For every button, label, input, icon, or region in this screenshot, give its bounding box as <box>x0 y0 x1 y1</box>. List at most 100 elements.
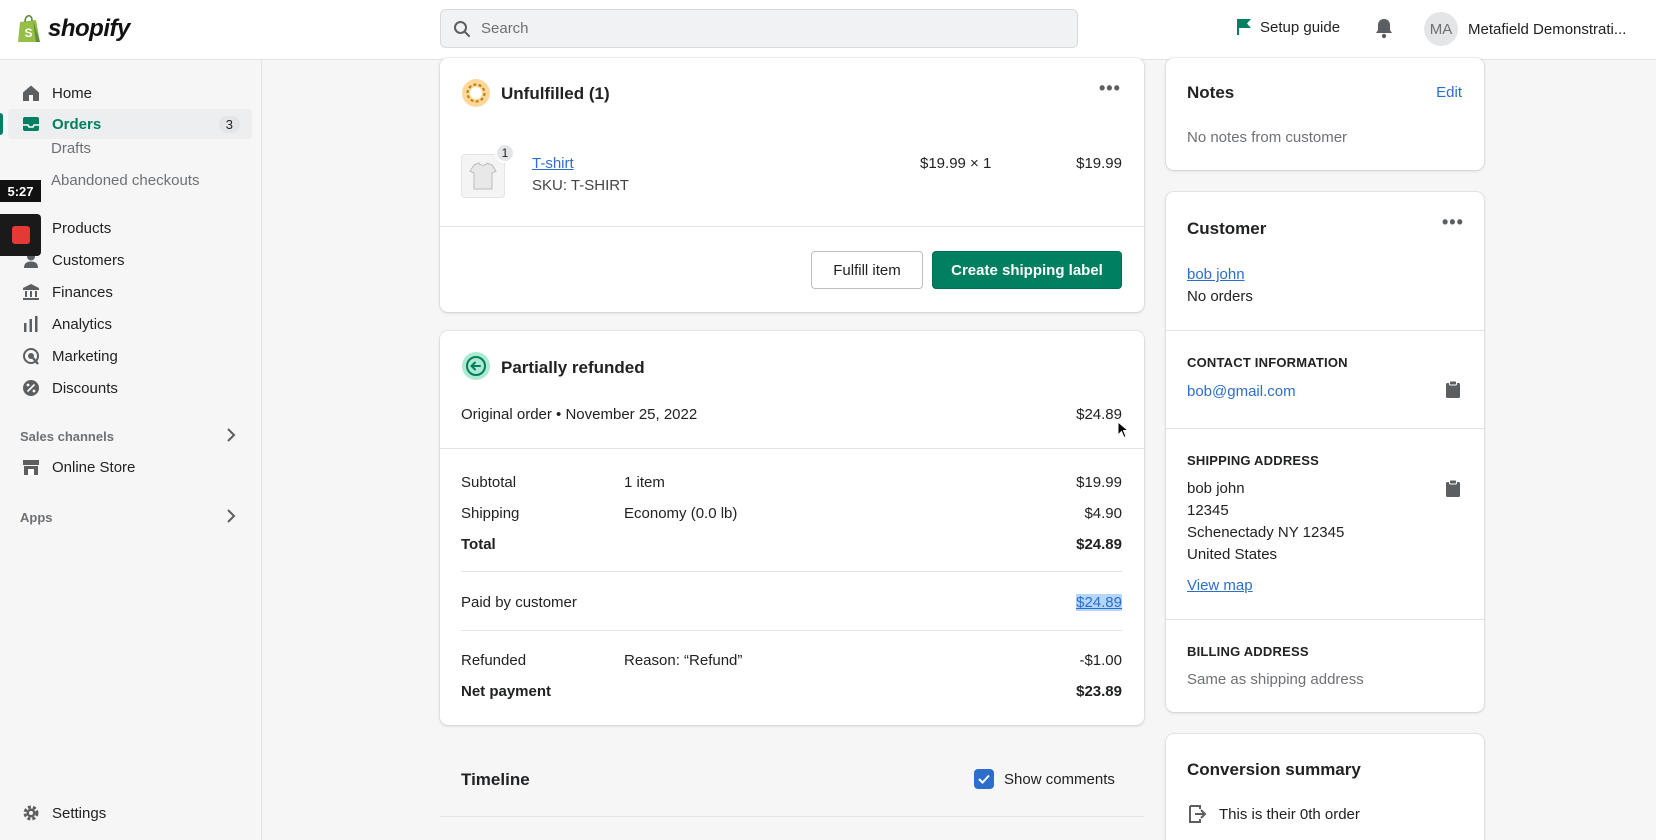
store-name: Metafield Demonstrati... <box>1468 20 1627 38</box>
clipboard-icon[interactable] <box>1445 479 1461 498</box>
shopify-logo[interactable]: S shopify <box>16 14 130 44</box>
refund-reason: Reason: “Refund” <box>624 652 743 669</box>
divider <box>440 448 1144 449</box>
shipping-detail: Economy (0.0 lb) <box>624 505 738 522</box>
mouse-cursor-icon <box>1117 421 1129 439</box>
paid-by-customer-label: Paid by customer <box>461 594 577 611</box>
sidebar-item-label: Orders <box>52 115 102 133</box>
view-map-link[interactable]: View map <box>1187 577 1253 594</box>
sidebar-item-home[interactable]: Home <box>8 78 252 108</box>
sidebar-item-discounts[interactable]: Discounts <box>8 373 252 403</box>
shopify-bag-icon: S <box>18 14 40 42</box>
tshirt-icon <box>469 162 497 190</box>
orders-icon <box>22 115 40 133</box>
customer-email-link[interactable]: bob@gmail.com <box>1187 383 1296 400</box>
address-line: 12345 <box>1187 502 1229 519</box>
apps-label: Apps <box>20 510 53 525</box>
unfulfilled-status-icon <box>462 79 490 107</box>
sidebar-item-online-store[interactable]: Online Store <box>8 452 252 482</box>
customer-name-link[interactable]: bob john <box>1187 266 1245 283</box>
sidebar-item-orders[interactable]: Orders 3 <box>0 109 252 139</box>
total-label: Total <box>461 536 496 553</box>
unfulfilled-title: Unfulfilled (1) <box>501 84 610 103</box>
sidebar-item-abandoned-checkouts[interactable]: Abandoned checkouts <box>51 172 199 189</box>
fulfill-item-button[interactable]: Fulfill item <box>811 251 923 289</box>
sidebar: Home Orders 3 Drafts Abandoned checkouts… <box>0 60 262 840</box>
sidebar-item-label: Finances <box>52 283 113 301</box>
orders-count-badge: 3 <box>218 115 240 133</box>
product-line-total: $19.99 <box>1076 155 1122 172</box>
original-order-amount: $24.89 <box>1076 406 1122 423</box>
divider <box>461 630 1122 631</box>
notes-card: Notes Edit No notes from customer <box>1166 58 1484 170</box>
account-menu[interactable]: MA Metafield Demonstrati... <box>1424 12 1626 46</box>
apps-chevron-icon[interactable] <box>226 509 236 527</box>
recording-timer: 5:27 <box>0 180 41 202</box>
conversion-summary-card: Conversion summary This is their 0th ord… <box>1166 734 1484 840</box>
divider <box>1166 428 1484 429</box>
billing-address-value: Same as shipping address <box>1187 671 1364 688</box>
customer-title: Customer <box>1187 219 1267 238</box>
more-actions-icon[interactable]: ••• <box>1442 212 1464 233</box>
notifications-button[interactable] <box>1374 17 1394 43</box>
flag-icon <box>1237 19 1251 35</box>
quantity-badge: 1 <box>495 143 515 163</box>
finances-icon <box>22 283 40 301</box>
stop-recording-button[interactable] <box>0 214 41 256</box>
show-comments-label: Show comments <box>1004 770 1115 788</box>
shipping-label: Shipping <box>461 505 520 522</box>
sidebar-item-products[interactable]: Products <box>8 213 252 243</box>
show-comments-toggle[interactable]: Show comments <box>974 769 1115 789</box>
search-bar[interactable] <box>440 9 1078 48</box>
logo-text: shopify <box>48 15 130 42</box>
timeline-title: Timeline <box>461 770 530 789</box>
create-shipping-label-button[interactable]: Create shipping label <box>932 251 1122 289</box>
divider <box>1166 619 1484 620</box>
refunded-label: Refunded <box>461 652 527 669</box>
clipboard-icon[interactable] <box>1445 380 1461 399</box>
product-sku: SKU: T-SHIRT <box>532 177 629 194</box>
paid-by-customer-amount[interactable]: $24.89 <box>1076 594 1122 611</box>
address-line: United States <box>1187 546 1278 563</box>
svg-text:S: S <box>25 26 33 40</box>
sidebar-item-finances[interactable]: Finances <box>8 277 252 307</box>
sidebar-item-drafts[interactable]: Drafts <box>51 140 91 157</box>
refund-status-icon <box>462 352 490 380</box>
top-bar: S shopify Setup guide MA Metafield Demon… <box>0 0 1656 60</box>
edit-notes-link[interactable]: Edit <box>1436 84 1462 101</box>
sidebar-item-marketing[interactable]: Marketing <box>8 341 252 371</box>
sales-channels-chevron-icon[interactable] <box>226 428 236 446</box>
sidebar-item-label: Home <box>52 84 93 102</box>
divider <box>440 816 1144 817</box>
search-input[interactable] <box>481 20 1041 37</box>
sidebar-item-label: Analytics <box>52 315 113 333</box>
gear-icon <box>22 804 40 822</box>
net-payment-label: Net payment <box>461 683 552 700</box>
sidebar-item-label: Online Store <box>52 458 136 476</box>
more-actions-icon[interactable]: ••• <box>1099 78 1121 99</box>
search-icon <box>454 20 470 37</box>
shipping-address-heading: SHIPPING ADDRESS <box>1187 453 1320 468</box>
original-order-label: Original order • November 25, 2022 <box>461 406 698 423</box>
unfulfilled-card: Unfulfilled (1) ••• 1 T-shirt SKU: T-SHI… <box>440 58 1144 312</box>
sidebar-item-customers[interactable]: Customers <box>8 245 252 275</box>
subtotal-amount: $19.99 <box>1076 474 1122 491</box>
contact-information-heading: CONTACT INFORMATION <box>1187 355 1348 370</box>
avatar: MA <box>1424 12 1458 46</box>
sidebar-item-analytics[interactable]: Analytics <box>8 309 252 339</box>
conversion-summary-title: Conversion summary <box>1187 760 1361 779</box>
product-link[interactable]: T-shirt <box>532 155 574 172</box>
checkmark-icon <box>978 774 990 784</box>
setup-guide-label: Setup guide <box>1260 18 1341 36</box>
setup-guide-button[interactable]: Setup guide <box>1236 18 1340 36</box>
sidebar-item-label: Settings <box>52 804 107 822</box>
subtotal-detail: 1 item <box>624 474 665 491</box>
sidebar-item-settings[interactable]: Settings <box>8 798 252 828</box>
product-price-qty: $19.99 × 1 <box>920 155 992 172</box>
address-line: Schenectady NY 12345 <box>1187 524 1345 541</box>
refunded-amount: -$1.00 <box>1079 652 1122 669</box>
billing-address-heading: BILLING ADDRESS <box>1187 644 1309 659</box>
total-amount: $24.89 <box>1076 536 1122 553</box>
checkbox[interactable] <box>974 769 994 789</box>
divider <box>440 226 1144 227</box>
